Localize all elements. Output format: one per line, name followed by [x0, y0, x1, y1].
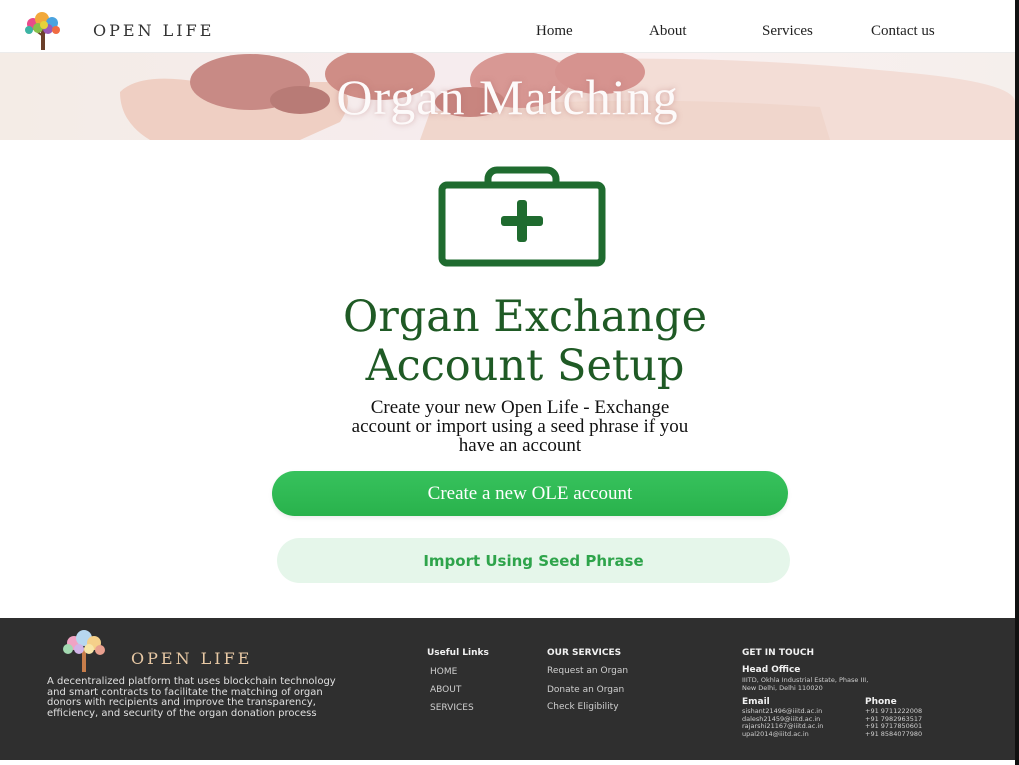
- head-office-label: Head Office: [742, 665, 801, 675]
- subtitle-line-2: account or import using a seed phrase if…: [351, 416, 689, 437]
- page-edge: [1015, 0, 1019, 765]
- hero-title: Organ Matching: [336, 69, 679, 125]
- footer-brand-name: OPEN LIFE: [131, 649, 253, 668]
- useful-links-heading: Useful Links: [427, 648, 489, 658]
- phone-label: Phone: [865, 697, 897, 707]
- address-line-2: New Delhi, Delhi 110020: [742, 683, 823, 692]
- title-line-2: Account Setup: [365, 341, 685, 391]
- footer-link-services[interactable]: SERVICES: [430, 703, 474, 713]
- email-list: sishant21496@iiitd.ac.in dalesh21459@iii…: [742, 707, 823, 738]
- footer-link-donate-organ[interactable]: Donate an Organ: [547, 685, 624, 695]
- get-in-touch-heading: GET IN TOUCH: [742, 648, 815, 658]
- our-services-heading: OUR SERVICES: [547, 648, 622, 658]
- nav-home-link[interactable]: Home: [536, 23, 573, 40]
- medical-kit-icon: [436, 166, 608, 270]
- title-line-1: Organ Exchange: [342, 292, 708, 342]
- import-seed-phrase-button[interactable]: Import Using Seed Phrase: [277, 538, 790, 583]
- subtitle-line-1: Create your new Open Life - Exchange: [370, 397, 670, 418]
- footer-link-about[interactable]: ABOUT: [430, 685, 461, 695]
- office-address: IIITD, Okhla Industrial Estate, Phase II…: [742, 676, 942, 692]
- page-subtitle: Create your new Open Life - Exchange acc…: [240, 398, 800, 455]
- phone-list: +91 9711222008 +91 7982963517 +91 971785…: [865, 707, 922, 738]
- footer-link-request-organ[interactable]: Request an Organ: [547, 666, 628, 676]
- page-footer: OPEN LIFE A decentralized platform that …: [0, 618, 1015, 760]
- subtitle-line-3: have an account: [458, 435, 582, 456]
- email-item[interactable]: upal2014@iiitd.ac.in: [742, 730, 809, 738]
- nav-about-link[interactable]: About: [649, 23, 687, 40]
- tree-logo-icon[interactable]: [18, 10, 70, 52]
- email-label: Email: [742, 697, 770, 707]
- hero-banner: Organ Matching: [0, 52, 1015, 140]
- nav-contact-link[interactable]: Contact us: [871, 23, 935, 40]
- footer-tree-logo-icon: [52, 628, 116, 674]
- create-account-button[interactable]: Create a new OLE account: [272, 471, 788, 516]
- footer-link-check-eligibility[interactable]: Check Eligibility: [547, 702, 619, 712]
- top-navbar: OPEN LIFE Home About Services Contact us: [0, 0, 1015, 53]
- page-title: Organ Exchange Account Setup: [210, 293, 840, 391]
- brand-name[interactable]: OPEN LIFE: [93, 21, 214, 40]
- footer-description: A decentralized platform that uses block…: [47, 676, 336, 719]
- footer-link-home[interactable]: HOME: [430, 667, 457, 677]
- phone-item[interactable]: +91 8584077980: [865, 730, 922, 738]
- nav-services-link[interactable]: Services: [762, 23, 813, 40]
